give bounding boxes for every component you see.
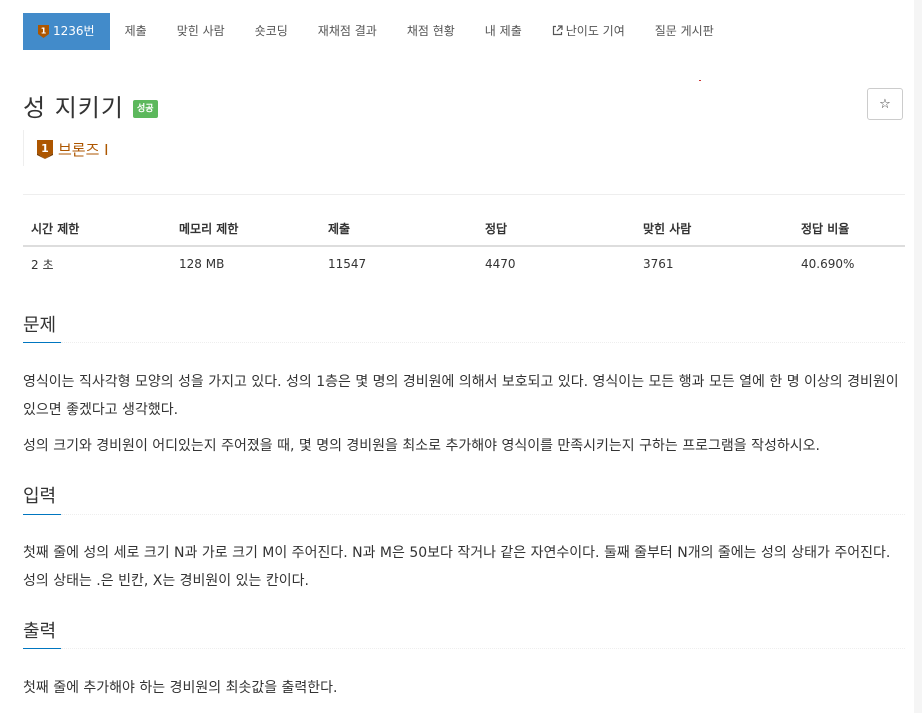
tab-my-submissions[interactable]: 내 제출 bbox=[470, 13, 537, 50]
bronze-tier-icon: 1 bbox=[37, 140, 53, 159]
time-limit-value: 2 초 bbox=[31, 257, 54, 272]
divider bbox=[23, 194, 905, 195]
section-title-input: 입력 bbox=[23, 486, 57, 507]
svg-text:1: 1 bbox=[41, 27, 47, 36]
tab-status[interactable]: 채점 현황 bbox=[392, 13, 470, 50]
section-underline bbox=[23, 514, 61, 515]
section-underline bbox=[23, 648, 61, 649]
problem-info-table: 시간 제한 메모리 제한 제출 정답 맞힌 사람 정답 비율 2 초 128 M… bbox=[23, 212, 905, 281]
title-row: 성 지키기 성공 bbox=[23, 88, 158, 123]
tab-solved-users[interactable]: 맞힌 사람 bbox=[162, 13, 240, 50]
decorative-dot bbox=[699, 80, 701, 81]
header-memory-limit: 메모리 제한 bbox=[171, 212, 320, 247]
problem-number: 1236번 bbox=[53, 24, 95, 38]
tier-block bbox=[23, 130, 30, 166]
external-link-icon bbox=[552, 25, 563, 36]
table-row: 2 초 128 MB 11547 4470 3761 40.690% bbox=[23, 246, 905, 281]
scrollbar[interactable] bbox=[914, 0, 922, 713]
tier-digit: 1 bbox=[41, 142, 49, 155]
solved-users-value: 3761 bbox=[643, 257, 674, 271]
input-paragraph: 첫째 줄에 성의 세로 크기 N과 가로 크기 M이 주어진다. N과 M은 5… bbox=[23, 545, 891, 589]
section-underline bbox=[23, 342, 61, 343]
table-header-row: 시간 제한 메모리 제한 제출 정답 맞힌 사람 정답 비율 bbox=[23, 212, 905, 247]
header-accepted: 정답 bbox=[477, 212, 635, 247]
section-divider bbox=[61, 648, 905, 649]
tab-question-board[interactable]: 질문 게시판 bbox=[640, 13, 729, 50]
header-accept-ratio: 정답 비율 bbox=[793, 212, 905, 247]
tab-rejudge-results[interactable]: 재채점 결과 bbox=[303, 13, 392, 50]
output-paragraph: 첫째 줄에 추가해야 하는 경비원의 최솟값을 출력한다. bbox=[23, 680, 338, 696]
section-title-description: 문제 bbox=[23, 315, 57, 336]
tab-difficulty-label: 난이도 기여 bbox=[565, 24, 625, 38]
memory-limit-value: 128 MB bbox=[179, 257, 225, 271]
header-solved-users: 맞힌 사람 bbox=[635, 212, 793, 247]
star-button[interactable]: ☆ bbox=[867, 88, 903, 120]
section-divider bbox=[61, 514, 905, 515]
header-time-limit: 시간 제한 bbox=[23, 212, 171, 247]
tab-short-coding[interactable]: 숏코딩 bbox=[240, 13, 303, 50]
tab-submit[interactable]: 제출 bbox=[110, 13, 162, 50]
tier-row: 1 브론즈 I bbox=[37, 139, 109, 160]
problem-menu: 1 1236번 제출 맞힌 사람 숏코딩 재채점 결과 채점 현황 내 제출 난… bbox=[23, 13, 729, 50]
description-paragraph: 성의 크기와 경비원이 어디있는지 주어졌을 때, 몇 명의 경비원을 최소로 … bbox=[23, 438, 820, 454]
tier-label[interactable]: 브론즈 I bbox=[58, 139, 109, 160]
section-title-output: 출력 bbox=[23, 621, 57, 642]
section-divider bbox=[61, 342, 905, 343]
page-title: 성 지키기 bbox=[23, 94, 124, 122]
accept-ratio-value: 40.690% bbox=[801, 257, 855, 271]
submissions-value: 11547 bbox=[328, 257, 367, 271]
tab-problem[interactable]: 1 1236번 bbox=[23, 13, 110, 50]
header-submissions: 제출 bbox=[320, 212, 477, 247]
bronze-tier-icon: 1 bbox=[38, 25, 49, 38]
accepted-value: 4470 bbox=[485, 257, 516, 271]
description-paragraph: 영식이는 직사각형 모양의 성을 가지고 있다. 성의 1층은 몇 명의 경비원… bbox=[23, 374, 899, 418]
tab-difficulty-contribution[interactable]: 난이도 기여 bbox=[537, 13, 640, 50]
status-badge: 성공 bbox=[132, 99, 158, 118]
